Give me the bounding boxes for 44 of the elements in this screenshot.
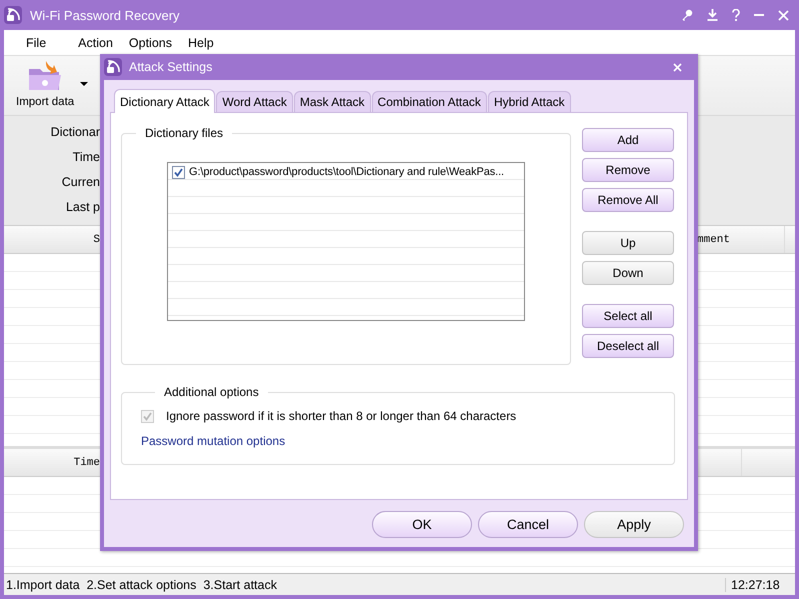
checkbox[interactable] (172, 166, 185, 178)
side-button[interactable]: Add (582, 128, 674, 152)
download-icon[interactable] (707, 9, 718, 21)
close-icon[interactable] (673, 62, 682, 72)
side-button[interactable]: Remove All (582, 188, 674, 212)
side-button[interactable]: Select all (582, 304, 674, 328)
column-header: S (92, 234, 100, 246)
status-time: 12:27:18 (725, 578, 795, 592)
app-icon (104, 58, 122, 76)
menu-item[interactable]: Action (70, 36, 121, 50)
window-title: Wi-Fi Password Recovery (30, 8, 180, 22)
group-label: Dictionary files (144, 126, 224, 140)
tab[interactable]: Combination Attack (372, 91, 487, 112)
dialog-title: Attack Settings (129, 60, 212, 74)
tab[interactable]: Mask Attack (294, 91, 371, 112)
help-icon[interactable] (732, 9, 740, 21)
dialog-button[interactable]: OK (372, 511, 472, 538)
close-icon[interactable] (778, 10, 789, 20)
key-icon[interactable] (681, 9, 693, 21)
menu-item[interactable]: File (18, 36, 54, 50)
menu-item[interactable]: Options (120, 36, 180, 50)
file-path: G:\product\password\products\tool\Dictionary and rule\WeakPas... (189, 166, 504, 178)
info-label: Dictionar (50, 124, 100, 141)
side-button[interactable]: Remove (582, 158, 674, 182)
tab[interactable]: Dictionary Attack (114, 89, 216, 113)
import-data-button[interactable]: Import data (16, 56, 74, 109)
option-label: Ignore password if it is shorter than 8 or longer than 64 characters (166, 409, 516, 423)
tab[interactable]: Hybrid Attack (488, 91, 571, 112)
tab[interactable]: Word Attack (216, 91, 293, 112)
info-label: Last p (64, 199, 100, 216)
column-header: Time (72, 456, 100, 468)
caret-icon[interactable] (80, 82, 88, 86)
info-label: Curren (60, 174, 100, 191)
column-header: mment (697, 234, 730, 246)
menu-item[interactable]: Help (180, 36, 222, 50)
file-list[interactable]: G:\product\password\products\tool\Dictionary and rule\WeakPas... (167, 162, 525, 321)
password-mutation-link[interactable]: Password mutation options (141, 434, 674, 448)
status-steps: 1.Import data 2.Set attack options 3.Start attack (4, 578, 725, 592)
info-label: Time (72, 149, 100, 166)
app-icon (4, 6, 22, 24)
dialog-button[interactable]: Cancel (478, 511, 578, 538)
side-button[interactable]: Deselect all (582, 334, 674, 358)
folder-icon (28, 61, 62, 93)
group-label: Additional options (163, 385, 260, 399)
